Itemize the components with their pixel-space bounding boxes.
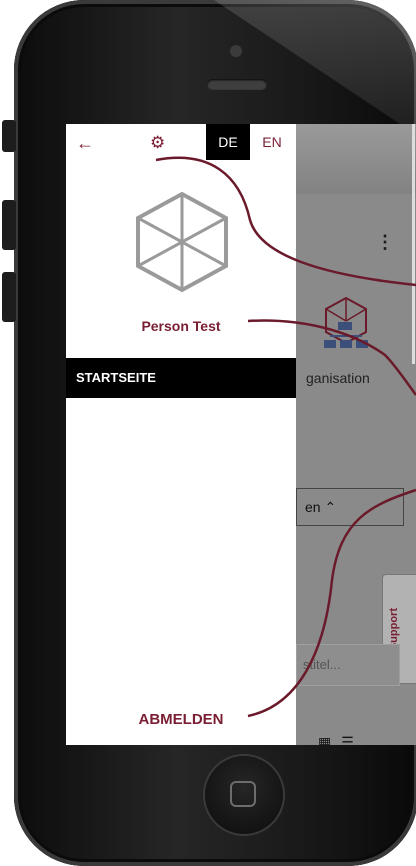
volume-up-button[interactable]	[2, 200, 16, 250]
background-header	[296, 124, 416, 194]
phone-frame: ⋮ ganisation en ⌃ IT-Support stitel... ▦…	[14, 0, 416, 866]
collapse-button-label: en	[305, 499, 321, 515]
scrollbar[interactable]	[412, 124, 415, 364]
volume-down-button[interactable]	[2, 272, 16, 322]
gear-icon[interactable]: ⚙	[150, 133, 165, 153]
list-view-icon[interactable]: ☰	[341, 734, 364, 745]
arrow-left-icon[interactable]: ←	[76, 133, 94, 154]
chevron-up-icon: ⌃	[324, 499, 337, 515]
nav-item-startseite[interactable]: STARTSEITE	[66, 358, 296, 398]
user-name[interactable]: Person Test	[66, 318, 296, 334]
home-button[interactable]	[205, 756, 283, 834]
search-input[interactable]: stitel...	[296, 644, 400, 686]
organisation-icon[interactable]	[316, 294, 376, 354]
grid-view-icon[interactable]: ▦	[318, 734, 341, 745]
view-toggle-icons[interactable]: ▦☰	[318, 734, 364, 745]
front-camera	[230, 45, 242, 57]
phone-screen: ⋮ ganisation en ⌃ IT-Support stitel... ▦…	[66, 124, 416, 745]
organisation-label: ganisation	[306, 370, 370, 386]
language-en-button[interactable]: EN	[252, 124, 292, 160]
collapse-button[interactable]: en ⌃	[296, 488, 404, 526]
mute-switch[interactable]	[2, 120, 16, 152]
cube-icon	[136, 191, 228, 293]
logout-button[interactable]: ABMELDEN	[66, 711, 296, 728]
language-de-button[interactable]: DE	[206, 124, 250, 160]
earpiece-speaker	[207, 79, 267, 90]
navigation-drawer: ← ⚙ DE EN Person Test STARTSEITE ABMELDE…	[66, 124, 296, 745]
kebab-menu-icon[interactable]: ⋮	[376, 232, 394, 253]
home-square-icon	[230, 781, 256, 807]
background-app: ⋮ ganisation en ⌃ IT-Support stitel... ▦…	[296, 124, 416, 745]
